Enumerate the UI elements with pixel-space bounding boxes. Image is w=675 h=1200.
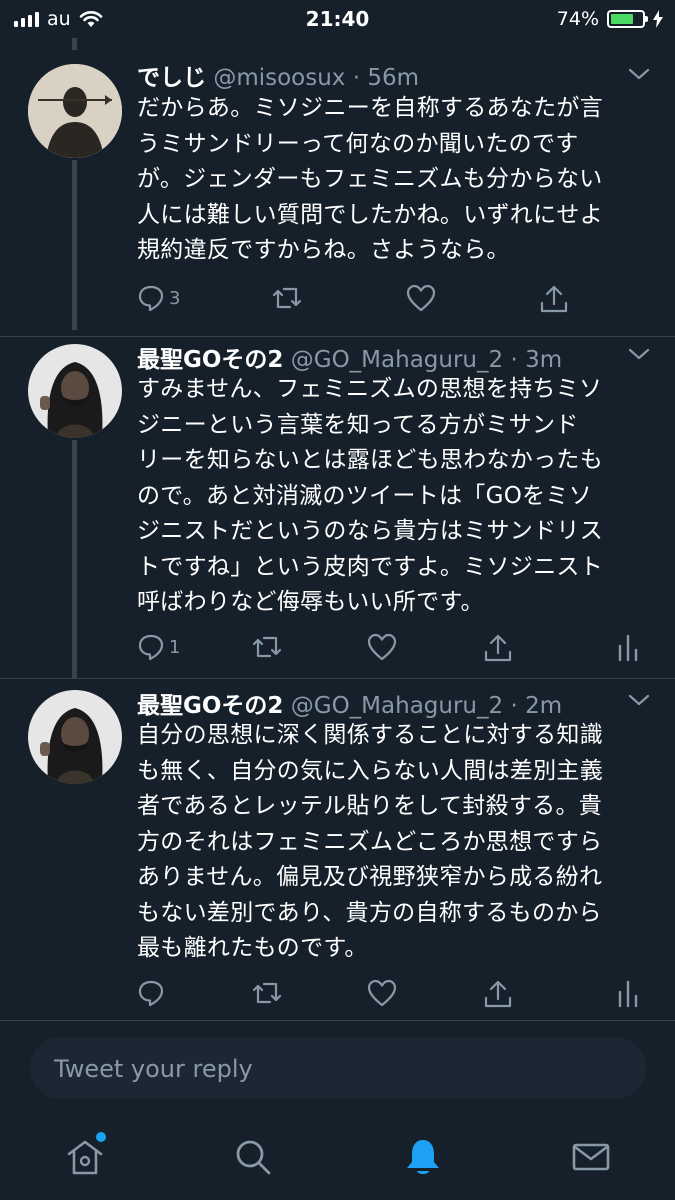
tweet-text: すみません、フェミニズムの思想を持ちミソ ジニーという言葉を知ってる方がミサンド… xyxy=(137,372,657,621)
chevron-down-icon[interactable] xyxy=(627,346,651,362)
tweet-text-line: ジニーという言葉を知ってる方がミサンド xyxy=(137,411,579,438)
charging-bolt-icon xyxy=(653,10,663,28)
author-handle[interactable]: @misoosux xyxy=(213,65,345,91)
mail-icon xyxy=(572,1143,610,1171)
retweet-icon xyxy=(252,982,282,1004)
tab-notifications[interactable] xyxy=(400,1134,446,1180)
tweet[interactable]: 最聖GOその2 @GO_Mahaguru_2 · 2m 自分の思想に深く関係する… xyxy=(0,678,675,1020)
tweet-text-line: すみません、フェミニズムの思想を持ちミソ xyxy=(137,376,603,402)
reply-composer xyxy=(0,1020,675,1117)
thread-line xyxy=(72,38,77,50)
reply-input[interactable] xyxy=(52,1037,636,1101)
author-name[interactable]: 最聖GOその2 xyxy=(137,693,283,719)
reply-icon xyxy=(138,634,164,661)
tweet-text-line: だからあ。ミソジニーを自称するあなたが言 xyxy=(137,95,603,121)
chevron-down-icon[interactable] xyxy=(627,66,651,82)
share-icon xyxy=(540,285,568,313)
reply-box[interactable] xyxy=(30,1037,646,1101)
home-icon xyxy=(67,1140,103,1175)
status-bar: au 21:40 74% xyxy=(0,0,675,38)
heart-icon xyxy=(367,979,397,1007)
tab-home[interactable] xyxy=(62,1132,108,1180)
heart-icon xyxy=(406,284,436,312)
author-handle[interactable]: @GO_Mahaguru_2 xyxy=(291,347,503,373)
profile-avatar-image xyxy=(28,690,122,784)
separator-dot: · xyxy=(503,347,526,373)
bell-icon xyxy=(407,1140,439,1174)
reply-button[interactable]: 3 xyxy=(136,283,180,313)
battery-icon xyxy=(607,10,648,28)
tweet[interactable]: でしじ @misoosux · 56m だからあ。ミソジニーを自称するあなたが言… xyxy=(0,56,675,336)
reply-icon xyxy=(138,285,164,312)
analytics-icon xyxy=(618,634,638,662)
like-button[interactable] xyxy=(405,283,437,313)
profile-avatar-image xyxy=(28,344,122,438)
reply-count: 1 xyxy=(169,636,181,658)
author-name[interactable]: 最聖GOその2 xyxy=(137,347,283,373)
reply-button[interactable]: 1 xyxy=(136,632,180,662)
separator-dot: · xyxy=(345,65,368,91)
tweet-text-line: ありません。偏見及び視野狭窄から成る紛れ xyxy=(137,864,603,890)
tweet-text: 自分の思想に深く関係することに対する知識 も無く、自分の気に入らない人間は差別主… xyxy=(137,718,657,967)
author-handle[interactable]: @GO_Mahaguru_2 xyxy=(291,693,503,719)
avatar[interactable] xyxy=(28,64,122,158)
battery-percent: 74% xyxy=(556,8,599,30)
tweet-text-line: 規約違反ですからね。さようなら。 xyxy=(137,237,510,263)
share-button[interactable] xyxy=(538,283,570,315)
tweet-text-line: も無く、自分の気に入らない人間は差別主義 xyxy=(137,757,603,784)
share-button[interactable] xyxy=(482,632,514,664)
reply-button[interactable] xyxy=(136,978,169,1008)
tweet-text-line: 自分の思想に深く関係することに対する知識 xyxy=(137,722,603,748)
tweet-text-line: リーを知らないとは露ほども思わなかったも xyxy=(137,447,603,473)
reply-icon xyxy=(138,980,164,1007)
tab-bar xyxy=(0,1116,675,1200)
retweet-button[interactable] xyxy=(250,978,284,1008)
analytics-button[interactable] xyxy=(616,978,640,1008)
like-button[interactable] xyxy=(366,978,398,1008)
tweet-text-line: うミサンドリーって何なのか聞いたのです xyxy=(137,130,579,157)
avatar[interactable] xyxy=(28,690,122,784)
tweet-actions: 3 xyxy=(0,283,675,317)
analytics-button[interactable] xyxy=(616,632,640,662)
silhouette-avatar-image xyxy=(28,64,122,158)
tweet-text-line: 人には難しい質問でしたかね。いずれにせよ xyxy=(137,201,603,228)
share-icon xyxy=(484,980,512,1008)
chevron-down-icon[interactable] xyxy=(627,692,651,708)
author-name[interactable]: でしじ xyxy=(137,65,206,91)
tweet-text-line: 方のそれはフェミニズムどころか思想ですら xyxy=(137,828,603,855)
tab-messages[interactable] xyxy=(568,1134,614,1180)
separator-dot: · xyxy=(503,693,526,719)
tweet-text-line: 者であるとレッテル貼りをして封殺する。貴 xyxy=(137,793,603,819)
reply-count: 3 xyxy=(169,287,181,309)
tweet-text-line: トですね」という皮肉ですよ。ミソジニスト xyxy=(137,553,603,580)
tweet-text-line: 呼ばわりなど侮辱もいい所です。 xyxy=(137,589,484,615)
search-icon xyxy=(236,1140,271,1175)
heart-icon xyxy=(367,633,397,661)
tweet-timestamp[interactable]: 56m xyxy=(367,65,419,91)
tweet-actions: 1 xyxy=(0,632,675,666)
tweet-text-line: ので。あと対消滅のツイートは「GOをミソ xyxy=(137,482,593,509)
tweet[interactable]: 最聖GOその2 @GO_Mahaguru_2 · 3m すみません、フェミニズム… xyxy=(0,336,675,678)
retweet-button[interactable] xyxy=(250,632,284,662)
retweet-icon xyxy=(272,287,302,309)
tweet-text-line: が。ジェンダーもフェミニズムも分からない xyxy=(137,166,603,192)
share-button[interactable] xyxy=(482,978,514,1010)
retweet-button[interactable] xyxy=(270,283,304,313)
tweet-text: だからあ。ミソジニーを自称するあなたが言 うミサンドリーって何なのか聞いたのです… xyxy=(137,91,657,269)
tweet-timestamp[interactable]: 3m xyxy=(525,347,562,373)
like-button[interactable] xyxy=(366,632,398,662)
analytics-icon xyxy=(618,980,638,1008)
tweet-text-line: もない差別であり、貴方の自称するものから xyxy=(137,899,602,926)
notification-dot xyxy=(96,1132,106,1142)
retweet-icon xyxy=(252,636,282,658)
tab-search[interactable] xyxy=(230,1134,276,1180)
tweet-text-line: 最も離れたものです。 xyxy=(137,935,368,961)
tweet-actions xyxy=(0,978,675,1012)
share-icon xyxy=(484,634,512,662)
tweet-text-line: ジニストだというのなら貴方はミサンドリス xyxy=(137,518,603,544)
tweet-timestamp[interactable]: 2m xyxy=(525,693,562,719)
avatar[interactable] xyxy=(28,344,122,438)
